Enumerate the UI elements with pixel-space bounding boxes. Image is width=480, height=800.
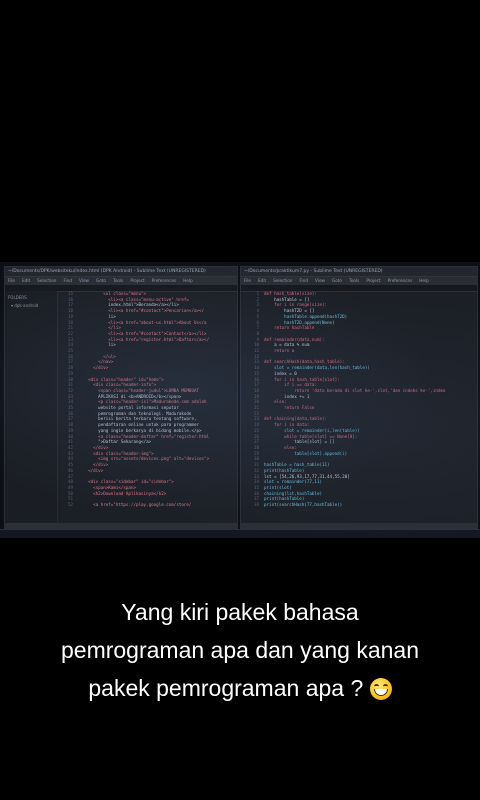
menu-item-help[interactable]: Help bbox=[419, 278, 429, 283]
code-text: <h2>Download Aplikasinya</h2> bbox=[78, 490, 167, 496]
menu-item-preferences[interactable]: Preferences bbox=[388, 278, 413, 283]
caption-line-2: pemrograman apa dan yang kanan bbox=[60, 637, 420, 663]
menu-item-find[interactable]: Find bbox=[299, 278, 308, 283]
menu-item-project[interactable]: Project bbox=[366, 278, 380, 283]
menu-item-view[interactable]: View bbox=[79, 278, 89, 283]
menu-item-selection[interactable]: Selection bbox=[37, 278, 56, 283]
window-title: ~/Documents/DPK/websiteku/index.html (DP… bbox=[5, 267, 237, 277]
code-text: </div> bbox=[78, 365, 109, 371]
menu-item-view[interactable]: View bbox=[315, 278, 325, 283]
folder-sidebar: FOLDERS ▾ dpk-android▾ assets about-us.h… bbox=[5, 291, 58, 529]
menu-item-goto[interactable]: Goto bbox=[96, 278, 106, 283]
code-text: li> bbox=[78, 342, 116, 348]
menu-item-help[interactable]: Help bbox=[183, 278, 193, 283]
sidebar-header: FOLDERS bbox=[8, 295, 27, 300]
code-text: </div> bbox=[78, 467, 104, 473]
line-number: 52 bbox=[67, 502, 73, 508]
menu-item-find[interactable]: Find bbox=[63, 278, 72, 283]
menu-item-file[interactable]: File bbox=[244, 278, 251, 283]
code-area: 1 def hash_table(size): 2 hashTable = [] 3 … bbox=[245, 291, 475, 523]
window-title: ~/Documents/praktikum7.py - Sublime Text… bbox=[241, 267, 477, 277]
caption-line-3-text: pakek pemrograman apa ? bbox=[88, 675, 364, 701]
line-number: 38 bbox=[253, 502, 259, 508]
taskbar bbox=[0, 529, 480, 538]
sidebar-file-item[interactable]: ▾ dpk-android bbox=[8, 302, 57, 310]
caption-text: Yang kiri pakek bahasa pemrograman apa d… bbox=[16, 593, 464, 707]
menu-item-project[interactable]: Project bbox=[130, 278, 144, 283]
menu-item-preferences[interactable]: Preferences bbox=[152, 278, 177, 283]
menu-item-selection[interactable]: Selection bbox=[273, 278, 292, 283]
code-text: return hashTable bbox=[264, 325, 315, 331]
code-area: 15 <ul class="menu"> 16 <li><a class="men… bbox=[59, 291, 235, 523]
editor-window-python: ~/Documents/praktikum7.py - Sublime Text… bbox=[240, 266, 478, 530]
menu-item-goto[interactable]: Goto bbox=[332, 278, 342, 283]
code-text: table[slot].append(i) bbox=[264, 450, 348, 456]
caption-line-3: pakek pemrograman apa ? bbox=[16, 669, 464, 707]
code-text: return False bbox=[264, 405, 315, 411]
code-line: 52 <a href="https://play.google.com/stor… bbox=[59, 502, 235, 508]
menu-item-tools[interactable]: Tools bbox=[349, 278, 359, 283]
menu-bar: File Edit Selection Find View Goto Tools Projec… bbox=[241, 277, 477, 285]
menu-item-tools[interactable]: Tools bbox=[113, 278, 123, 283]
monitor-photo: ~/Documents/DPK/websiteku/index.html (DP… bbox=[0, 262, 480, 538]
editor-window-html: ~/Documents/DPK/websiteku/index.html (DP… bbox=[4, 266, 238, 530]
menu-item-file[interactable]: File bbox=[8, 278, 15, 283]
code-line: 38 print(searchHash(77,hashTable)) bbox=[245, 502, 475, 508]
code-text: print(searchHash(77,hashTable)) bbox=[264, 502, 343, 508]
code-text: <a href="https://play.google.com/store/ bbox=[78, 502, 192, 508]
grinning-face-emoji bbox=[369, 678, 392, 700]
code-text: return a bbox=[264, 348, 295, 354]
menu-item-edit[interactable]: Edit bbox=[258, 278, 266, 283]
caption-line-1: Yang kiri pakek bahasa bbox=[121, 599, 359, 625]
menu-bar: File Edit Selection Find View Goto Tools Projec… bbox=[5, 277, 237, 285]
menu-item-edit[interactable]: Edit bbox=[22, 278, 30, 283]
